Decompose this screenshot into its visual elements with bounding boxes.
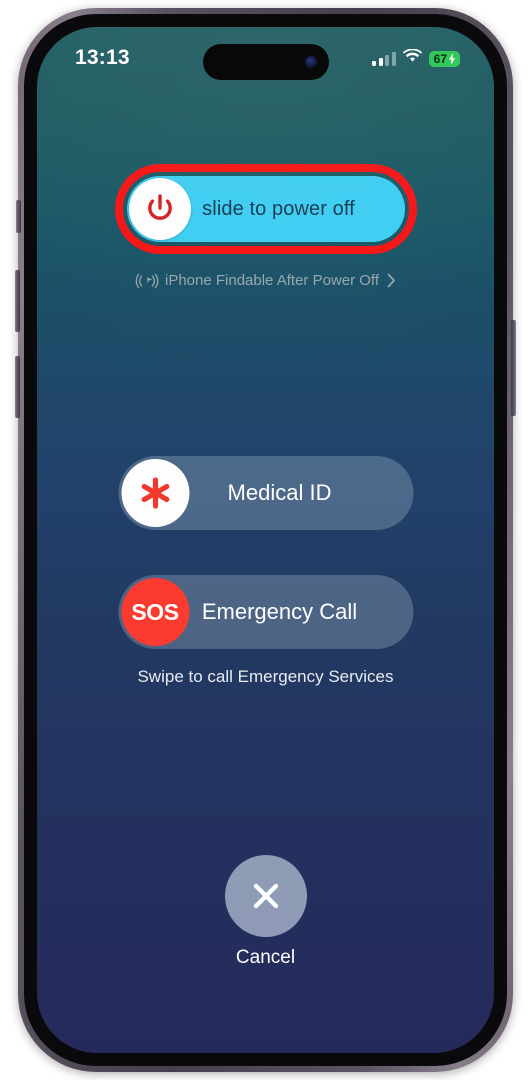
status-bar-indicators: 67 xyxy=(372,44,460,68)
findable-label: iPhone Findable After Power Off xyxy=(164,272,379,289)
mute-switch-button[interactable] xyxy=(16,200,21,233)
power-icon xyxy=(147,194,172,220)
phone-screen: 13:13 67 slide to power off iPhone Finda… xyxy=(37,27,494,1053)
wifi-icon xyxy=(402,48,422,68)
volume-up-button[interactable] xyxy=(15,270,20,332)
side-power-button[interactable] xyxy=(511,320,516,416)
charging-bolt-icon xyxy=(449,52,455,65)
emergency-call-slider-knob[interactable]: SOS xyxy=(121,578,189,646)
power-off-slider-knob[interactable] xyxy=(128,178,191,240)
close-icon xyxy=(253,883,278,909)
iphone-findable-row[interactable]: iPhone Findable After Power Off xyxy=(37,272,494,289)
medical-id-slider-knob[interactable] xyxy=(121,459,189,527)
cancel-label: Cancel xyxy=(235,947,296,968)
phone-bezel: 13:13 67 slide to power off iPhone Finda… xyxy=(24,14,507,1066)
status-bar-time: 13:13 xyxy=(75,46,130,69)
emergency-services-caption: Swipe to call Emergency Services xyxy=(137,667,394,686)
medical-id-slider[interactable]: Medical ID xyxy=(118,456,413,530)
medical-asterisk-icon xyxy=(141,477,169,509)
cellular-signal-icon xyxy=(372,51,396,66)
emergency-call-slider[interactable]: Emergency Call SOS xyxy=(118,575,413,649)
front-camera-icon xyxy=(304,56,317,68)
findable-broadcast-icon xyxy=(135,273,159,288)
battery-indicator: 67 xyxy=(428,50,460,67)
slide-to-power-off-slider[interactable]: slide to power off xyxy=(126,176,405,242)
battery-percent-label: 67 xyxy=(433,51,447,66)
sos-icon: SOS xyxy=(131,598,179,625)
power-off-slider-container: slide to power off xyxy=(114,164,417,254)
phone-device-frame: 13:13 67 slide to power off iPhone Finda… xyxy=(15,8,516,1072)
volume-down-button[interactable] xyxy=(15,356,20,418)
chevron-right-icon xyxy=(387,273,395,288)
dynamic-island[interactable] xyxy=(202,44,329,80)
cancel-container: Cancel xyxy=(37,855,494,969)
cancel-button[interactable] xyxy=(224,855,307,937)
